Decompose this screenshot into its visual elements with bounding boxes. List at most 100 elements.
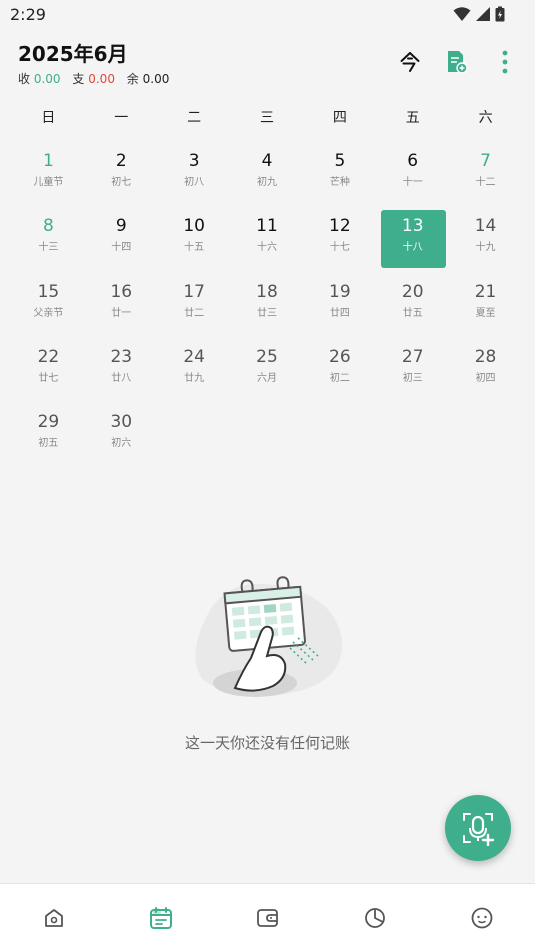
day-cell[interactable]: 19 廿四 xyxy=(303,276,376,341)
day-number: 19 xyxy=(329,281,351,302)
add-record-icon xyxy=(448,51,468,74)
day-number: 2 xyxy=(115,151,127,171)
day-cell[interactable]: 14 十九 xyxy=(449,210,522,275)
more-button[interactable] xyxy=(489,46,521,78)
day-number: 29 xyxy=(37,412,60,433)
day-number: 15 xyxy=(37,281,60,302)
nav-wallet[interactable] xyxy=(214,884,321,952)
day-cell[interactable]: 27 初三 xyxy=(376,341,449,406)
lunar-date: 廿一 xyxy=(111,307,132,319)
day-cell[interactable]: 26 初二 xyxy=(303,341,376,406)
weekday-sat: 六 xyxy=(478,110,493,126)
day-number: 27 xyxy=(401,346,424,367)
lunar-date: 初二 xyxy=(329,372,350,384)
voice-add-button[interactable] xyxy=(445,795,511,861)
day-cell[interactable]: 1 儿童节 xyxy=(12,145,85,210)
today-button[interactable] xyxy=(394,46,426,78)
wifi-icon xyxy=(453,7,471,21)
today-icon xyxy=(400,52,420,72)
nav-profile[interactable] xyxy=(428,884,535,952)
lunar-date: 初七 xyxy=(111,177,132,188)
lunar-date: 十六 xyxy=(256,242,277,254)
month-summary: 收 0.00 支 0.00 余 0.00 xyxy=(18,70,169,87)
day-cell[interactable]: 8 十三 xyxy=(12,210,85,275)
day-number: 3 xyxy=(188,151,200,171)
bottom-nav xyxy=(0,883,535,952)
lunar-date: 芒种 xyxy=(329,177,350,188)
day-cell[interactable]: 12 十七 xyxy=(303,210,376,275)
nav-stats[interactable] xyxy=(321,884,428,952)
signal-icon xyxy=(476,7,490,21)
day-cell[interactable]: 15 父亲节 xyxy=(12,276,85,341)
weekday-sun: 日 xyxy=(41,110,56,126)
day-number: 7 xyxy=(480,151,491,171)
lunar-date: 十八 xyxy=(402,242,423,254)
day-number: 13 xyxy=(401,216,424,237)
day-number: 1 xyxy=(43,151,54,171)
lunar-date: 十五 xyxy=(184,242,205,254)
day-cell[interactable]: 2 初七 xyxy=(85,145,158,210)
day-cell[interactable]: 23 廿八 xyxy=(85,341,158,406)
day-number: 4 xyxy=(261,151,273,171)
add-record-button[interactable] xyxy=(441,46,473,78)
battery-icon xyxy=(495,6,505,22)
day-cell[interactable]: 5 芒种 xyxy=(303,145,376,210)
lunar-date: 儿童节 xyxy=(33,177,64,188)
day-number: 5 xyxy=(334,151,346,171)
lunar-date: 廿七 xyxy=(38,372,59,384)
calendar-grid: 1 儿童节 2 初七 3 初八 4 初九 5 芒种 6 十一 7 十二 8 十三 9 十四 10 十… xyxy=(12,145,522,471)
day-number: 6 xyxy=(407,151,419,171)
day-number: 11 xyxy=(256,216,278,237)
lunar-date: 初三 xyxy=(402,372,423,384)
day-cell[interactable]: 3 初八 xyxy=(158,145,231,210)
nav-calendar[interactable] xyxy=(107,884,214,952)
lunar-date: 初九 xyxy=(256,177,277,188)
day-cell[interactable]: 6 十一 xyxy=(376,145,449,210)
lunar-date: 廿八 xyxy=(111,372,132,384)
lunar-date: 六月 xyxy=(256,372,277,384)
day-cell[interactable]: 21 夏至 xyxy=(449,276,522,341)
day-cell[interactable]: 29 初五 xyxy=(12,406,85,471)
status-icons xyxy=(453,6,505,22)
day-cell[interactable]: 10 十五 xyxy=(158,210,231,275)
day-number: 20 xyxy=(401,281,424,302)
lunar-date: 十四 xyxy=(111,242,132,254)
nav-home[interactable] xyxy=(0,884,107,952)
lunar-date: 十七 xyxy=(329,242,350,254)
day-number: 14 xyxy=(474,216,497,237)
more-vert-icon xyxy=(502,50,508,74)
month-title[interactable]: 2025年6月 xyxy=(18,38,128,67)
day-cell[interactable]: 4 初九 xyxy=(231,145,304,210)
weekday-tue: 二 xyxy=(187,110,202,126)
day-cell[interactable]: 20 廿五 xyxy=(376,276,449,341)
day-cell[interactable]: 18 廿三 xyxy=(231,276,304,341)
lunar-date: 初六 xyxy=(111,438,132,450)
day-cell[interactable]: 7 十二 xyxy=(449,145,522,210)
voice-add-icon xyxy=(463,813,495,846)
day-cell[interactable]: 11 十六 xyxy=(231,210,304,275)
day-cell[interactable]: 17 廿二 xyxy=(158,276,231,341)
lunar-date: 初八 xyxy=(184,177,205,188)
day-cell[interactable]: 25 六月 xyxy=(231,341,304,406)
day-cell[interactable]: 28 初四 xyxy=(449,341,522,406)
day-cell[interactable]: 24 廿九 xyxy=(158,341,231,406)
home-icon xyxy=(44,909,63,927)
empty-state-message: 这一天你还没有任何记账 xyxy=(184,734,350,752)
day-number: 18 xyxy=(256,281,278,302)
lunar-date: 十一 xyxy=(402,177,423,188)
day-cell-selected[interactable]: 13 十八 xyxy=(376,210,449,275)
calendar-header: 2025年6月 收 0.00 支 0.00 余 0.00 xyxy=(0,34,535,90)
lunar-date: 廿五 xyxy=(402,307,423,319)
lunar-date: 初四 xyxy=(475,372,496,384)
day-cell[interactable]: 30 初六 xyxy=(85,406,158,471)
day-number: 25 xyxy=(256,346,278,367)
day-number: 26 xyxy=(329,346,351,367)
day-number: 9 xyxy=(115,216,127,237)
income-label: 收 xyxy=(18,72,31,86)
expense-value: 0.00 xyxy=(88,72,115,86)
day-cell[interactable]: 22 廿七 xyxy=(12,341,85,406)
day-cell[interactable]: 9 十四 xyxy=(85,210,158,275)
lunar-date: 十九 xyxy=(475,242,496,254)
day-number: 23 xyxy=(110,346,133,367)
day-cell[interactable]: 16 廿一 xyxy=(85,276,158,341)
